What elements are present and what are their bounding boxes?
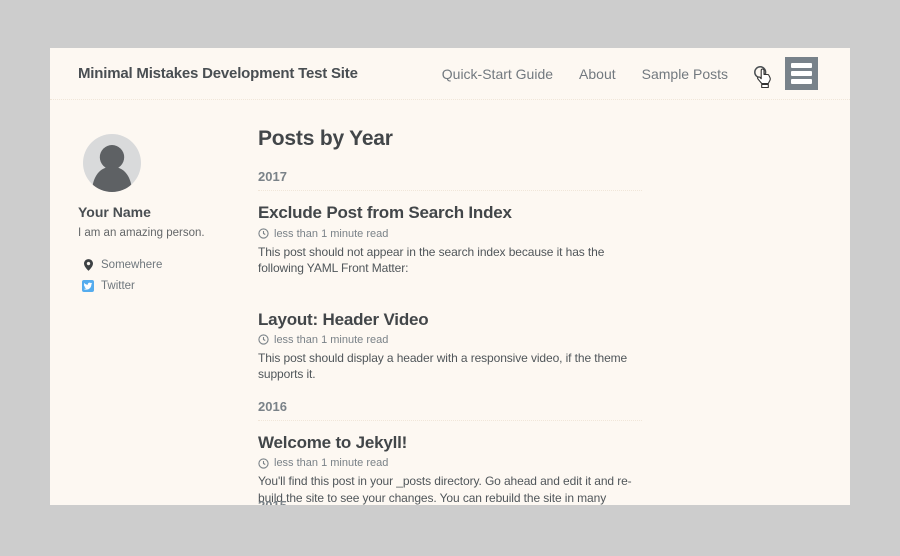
author-link-location[interactable]: Somewhere xyxy=(78,259,258,271)
site-page: Minimal Mistakes Development Test Site Q… xyxy=(50,48,850,505)
post-excerpt: This post should not appear in the searc… xyxy=(258,244,642,277)
year-section-2017: 2017 Exclude Post from Search Index less… xyxy=(258,169,642,383)
archive-main: Posts by Year 2017 Exclude Post from Sea… xyxy=(258,100,642,505)
content-area: Your Name I am an amazing person. Somewh… xyxy=(50,100,850,505)
site-title-link[interactable]: Minimal Mistakes Development Test Site xyxy=(78,65,442,82)
author-sidebar: Your Name I am an amazing person. Somewh… xyxy=(78,100,258,505)
masthead: Minimal Mistakes Development Test Site Q… xyxy=(50,48,850,100)
post-entry: Exclude Post from Search Index less than… xyxy=(258,203,642,276)
year-heading: 2015 xyxy=(258,498,642,505)
avatar xyxy=(83,134,141,192)
post-meta: less than 1 minute read xyxy=(258,457,642,469)
post-title-link[interactable]: Exclude Post from Search Index xyxy=(258,203,512,223)
author-link-twitter[interactable]: Twitter xyxy=(78,280,258,292)
post-entry: Welcome to Jekyll! less than 1 minute re… xyxy=(258,433,642,505)
primary-nav: Quick-Start Guide About Sample Posts xyxy=(442,66,728,82)
search-button[interactable] xyxy=(752,63,772,85)
author-link-label: Somewhere xyxy=(101,259,162,271)
hamburger-bar xyxy=(791,63,812,68)
author-name: Your Name xyxy=(78,204,258,220)
twitter-icon xyxy=(82,280,94,292)
read-time: less than 1 minute read xyxy=(274,228,388,240)
year-heading: 2017 xyxy=(258,169,642,191)
hamburger-bar xyxy=(791,79,812,84)
map-marker-icon xyxy=(82,259,94,271)
year-section-2016: 2016 Welcome to Jekyll! less than 1 minu… xyxy=(258,399,642,505)
post-excerpt: This post should display a header with a… xyxy=(258,350,642,383)
author-links: Somewhere Twitter xyxy=(78,259,258,292)
post-title-link[interactable]: Welcome to Jekyll! xyxy=(258,433,407,453)
clock-icon xyxy=(258,458,269,469)
hamburger-bar xyxy=(791,71,812,76)
year-section-2015-clipped: 2015 xyxy=(258,498,642,505)
clock-icon xyxy=(258,334,269,345)
page-title: Posts by Year xyxy=(258,126,642,151)
hamburger-menu-button[interactable] xyxy=(785,57,818,90)
author-link-label: Twitter xyxy=(101,280,135,292)
clock-icon xyxy=(258,228,269,239)
nav-link-sample-posts[interactable]: Sample Posts xyxy=(642,66,728,82)
post-meta: less than 1 minute read xyxy=(258,334,642,346)
post-entry: Layout: Header Video less than 1 minute … xyxy=(258,310,642,383)
author-bio: I am an amazing person. xyxy=(78,227,258,239)
nav-link-about[interactable]: About xyxy=(579,66,616,82)
read-time: less than 1 minute read xyxy=(274,457,388,469)
year-heading: 2016 xyxy=(258,399,642,421)
nav-link-quick-start-guide[interactable]: Quick-Start Guide xyxy=(442,66,553,82)
post-meta: less than 1 minute read xyxy=(258,228,642,240)
post-title-link[interactable]: Layout: Header Video xyxy=(258,310,428,330)
read-time: less than 1 minute read xyxy=(274,334,388,346)
screenshot-canvas: { "masthead": { "site_title": "Minimal M… xyxy=(0,0,900,556)
search-icon xyxy=(753,65,771,83)
